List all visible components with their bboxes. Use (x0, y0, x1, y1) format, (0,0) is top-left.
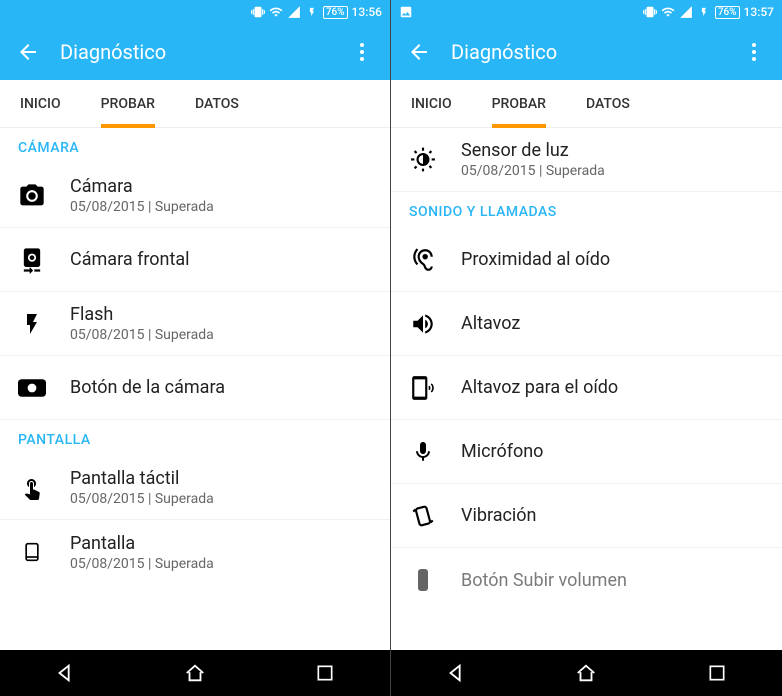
item-microphone[interactable]: Micrófono (391, 420, 782, 484)
display-icon (18, 538, 46, 566)
battery-level: 76% (715, 6, 740, 19)
status-bar: 76% 13:56 (0, 0, 390, 24)
item-vibration[interactable]: Vibración (391, 484, 782, 548)
light-sensor-icon (409, 146, 437, 174)
charging-icon (305, 5, 319, 19)
item-title: Pantalla táctil (70, 468, 372, 489)
more-menu-button[interactable] (742, 40, 766, 64)
tab-probar[interactable]: PROBAR (472, 80, 566, 127)
tab-datos[interactable]: DATOS (566, 80, 650, 127)
item-title: Flash (70, 304, 372, 325)
charging-icon (697, 5, 711, 19)
item-title: Sensor de luz (461, 140, 764, 161)
more-menu-button[interactable] (350, 40, 374, 64)
item-volume-up[interactable]: Botón Subir volumen (391, 548, 782, 612)
nav-recent-button[interactable] (704, 660, 730, 686)
item-subtitle: 05/08/2015 | Superada (70, 327, 372, 343)
item-title: Pantalla (70, 533, 372, 554)
item-light-sensor[interactable]: Sensor de luz 05/08/2015 | Superada (391, 128, 782, 192)
status-time: 13:57 (744, 5, 774, 19)
item-proximity[interactable]: Proximidad al oído (391, 228, 782, 292)
item-title: Vibración (461, 505, 764, 526)
item-earpiece[interactable]: Altavoz para el oído (391, 356, 782, 420)
item-title: Altavoz (461, 313, 764, 334)
back-button[interactable] (407, 40, 431, 64)
tabs: INICIO PROBAR DATOS (391, 80, 782, 128)
battery-level: 76% (323, 6, 348, 19)
flash-icon (18, 310, 46, 338)
tab-inicio[interactable]: INICIO (391, 80, 472, 127)
nav-back-button[interactable] (443, 660, 469, 686)
nav-recent-button[interactable] (312, 660, 338, 686)
item-subtitle: 05/08/2015 | Superada (70, 556, 372, 572)
status-time: 13:56 (352, 5, 382, 19)
signal-icon (679, 5, 693, 19)
nav-bar (391, 650, 782, 696)
signal-icon (287, 5, 301, 19)
earpiece-icon (409, 374, 437, 402)
section-screen: PANTALLA (0, 420, 390, 456)
microphone-icon (409, 438, 437, 466)
item-speaker[interactable]: Altavoz (391, 292, 782, 356)
item-subtitle: 05/08/2015 | Superada (70, 199, 372, 215)
page-title: Diagnóstico (60, 40, 350, 64)
test-list[interactable]: CÁMARA Cámara 05/08/2015 | Superada Cáma… (0, 128, 390, 650)
speaker-icon (409, 310, 437, 338)
page-title: Diagnóstico (451, 40, 742, 64)
item-title: Altavoz para el oído (461, 377, 764, 398)
camera-icon (18, 182, 46, 210)
back-button[interactable] (16, 40, 40, 64)
vibrate-icon (643, 5, 657, 19)
item-display[interactable]: Pantalla 05/08/2015 | Superada (0, 520, 390, 584)
item-subtitle: 05/08/2015 | Superada (70, 491, 372, 507)
wifi-icon (661, 5, 675, 19)
test-list[interactable]: Sensor de luz 05/08/2015 | Superada SONI… (391, 128, 782, 650)
vibrate-icon (251, 5, 265, 19)
item-camera[interactable]: Cámara 05/08/2015 | Superada (0, 164, 390, 228)
item-touchscreen[interactable]: Pantalla táctil 05/08/2015 | Superada (0, 456, 390, 520)
ear-icon (409, 246, 437, 274)
front-camera-icon (18, 246, 46, 274)
camera-button-icon (18, 374, 46, 402)
tab-probar[interactable]: PROBAR (81, 80, 175, 127)
item-title: Cámara (70, 176, 372, 197)
item-title: Botón Subir volumen (461, 570, 764, 591)
nav-back-button[interactable] (52, 660, 78, 686)
image-icon (399, 5, 413, 19)
item-title: Micrófono (461, 441, 764, 462)
nav-bar (0, 650, 390, 696)
item-camera-button[interactable]: Botón de la cámara (0, 356, 390, 420)
nav-home-button[interactable] (573, 660, 599, 686)
item-front-camera[interactable]: Cámara frontal (0, 228, 390, 292)
touch-icon (18, 474, 46, 502)
tabs: INICIO PROBAR DATOS (0, 80, 390, 128)
section-camera: CÁMARA (0, 128, 390, 164)
tab-datos[interactable]: DATOS (175, 80, 259, 127)
item-subtitle: 05/08/2015 | Superada (461, 163, 764, 179)
wifi-icon (269, 5, 283, 19)
app-bar: Diagnóstico (0, 24, 390, 80)
section-sound: SONIDO Y LLAMADAS (391, 192, 782, 228)
item-title: Proximidad al oído (461, 249, 764, 270)
nav-home-button[interactable] (182, 660, 208, 686)
tab-inicio[interactable]: INICIO (0, 80, 81, 127)
item-flash[interactable]: Flash 05/08/2015 | Superada (0, 292, 390, 356)
vibration-icon (409, 502, 437, 530)
item-title: Botón de la cámara (70, 377, 372, 398)
item-title: Cámara frontal (70, 249, 372, 270)
app-bar: Diagnóstico (391, 24, 782, 80)
volume-up-icon (409, 566, 437, 594)
status-bar: 76% 13:57 (391, 0, 782, 24)
